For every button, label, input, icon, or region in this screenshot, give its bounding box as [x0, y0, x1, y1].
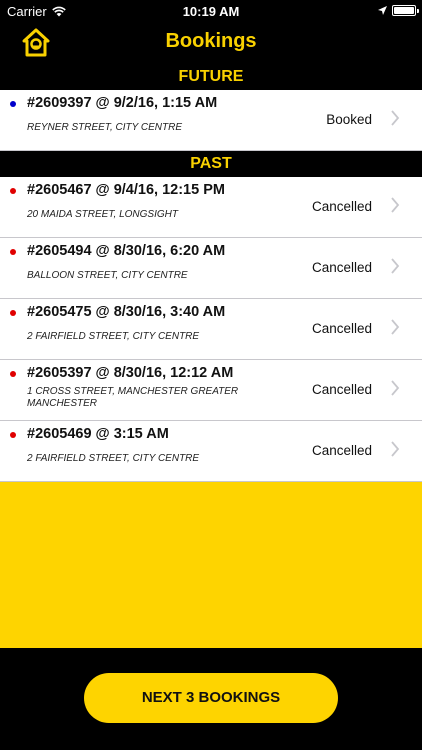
location-arrow-icon [378, 6, 387, 15]
booking-row[interactable]: #2605475 @ 8/30/16, 3:40 AM 2 FAIRFIELD … [0, 299, 422, 360]
nav-bar: Bookings [0, 22, 422, 64]
booking-status: Cancelled [311, 321, 372, 336]
booking-row[interactable]: #2605494 @ 8/30/16, 6:20 AM BALLOON STRE… [0, 238, 422, 299]
empty-list-area [0, 482, 422, 648]
status-dot [10, 432, 16, 438]
booking-reference: #2605475 @ 8/30/16, 3:40 AM [27, 304, 226, 320]
booking-reference: #2605494 @ 8/30/16, 6:20 AM [27, 243, 226, 259]
section-header-future: FUTURE [0, 64, 422, 90]
booking-row[interactable]: #2609397 @ 9/2/16, 1:15 AM REYNER STREET… [0, 90, 422, 151]
status-bar: Carrier 10:19 AM [0, 0, 422, 22]
chevron-right-icon [391, 380, 400, 396]
booking-row[interactable]: #2605397 @ 8/30/16, 12:12 AM 1 CROSS STR… [0, 360, 422, 421]
booking-status: Cancelled [311, 199, 372, 214]
booking-address: REYNER STREET, CITY CENTRE [27, 122, 183, 133]
booking-row[interactable]: #2605467 @ 9/4/16, 12:15 PM 20 MAIDA STR… [0, 177, 422, 238]
booking-row[interactable]: #2605469 @ 3:15 AM 2 FAIRFIELD STREET, C… [0, 421, 422, 482]
booking-status: Booked [326, 112, 372, 127]
booking-status: Cancelled [311, 260, 372, 275]
status-dot [10, 101, 16, 107]
page-title: Bookings [165, 30, 257, 52]
chevron-right-icon [391, 258, 400, 274]
chevron-right-icon [391, 319, 400, 335]
booking-status: Cancelled [311, 443, 372, 458]
booking-address: BALLOON STREET, CITY CENTRE [27, 270, 188, 281]
booking-status: Cancelled [311, 382, 372, 397]
chevron-right-icon [391, 441, 400, 457]
booking-reference: #2605467 @ 9/4/16, 12:15 PM [27, 182, 225, 198]
status-dot [10, 188, 16, 194]
status-dot [10, 371, 16, 377]
booking-reference: #2605469 @ 3:15 AM [27, 426, 169, 442]
next-bookings-button[interactable]: NEXT 3 BOOKINGS [84, 673, 338, 723]
status-time: 10:19 AM [182, 4, 240, 19]
booking-address: 2 FAIRFIELD STREET, CITY CENTRE [27, 331, 200, 342]
battery-icon [392, 5, 419, 16]
chevron-right-icon [391, 110, 400, 126]
bottom-bar: NEXT 3 BOOKINGS [0, 648, 422, 750]
booking-address: 20 MAIDA STREET, LONGSIGHT [27, 209, 178, 220]
booking-reference: #2605397 @ 8/30/16, 12:12 AM [27, 365, 234, 381]
booking-address: 1 CROSS STREET, MANCHESTER GREATER MANCH… [27, 386, 239, 409]
status-dot [10, 310, 16, 316]
booking-address: 2 FAIRFIELD STREET, CITY CENTRE [27, 453, 200, 464]
section-header-past: PAST [0, 151, 422, 177]
chevron-right-icon [391, 197, 400, 213]
booking-reference: #2609397 @ 9/2/16, 1:15 AM [27, 95, 218, 111]
status-dot [10, 249, 16, 255]
